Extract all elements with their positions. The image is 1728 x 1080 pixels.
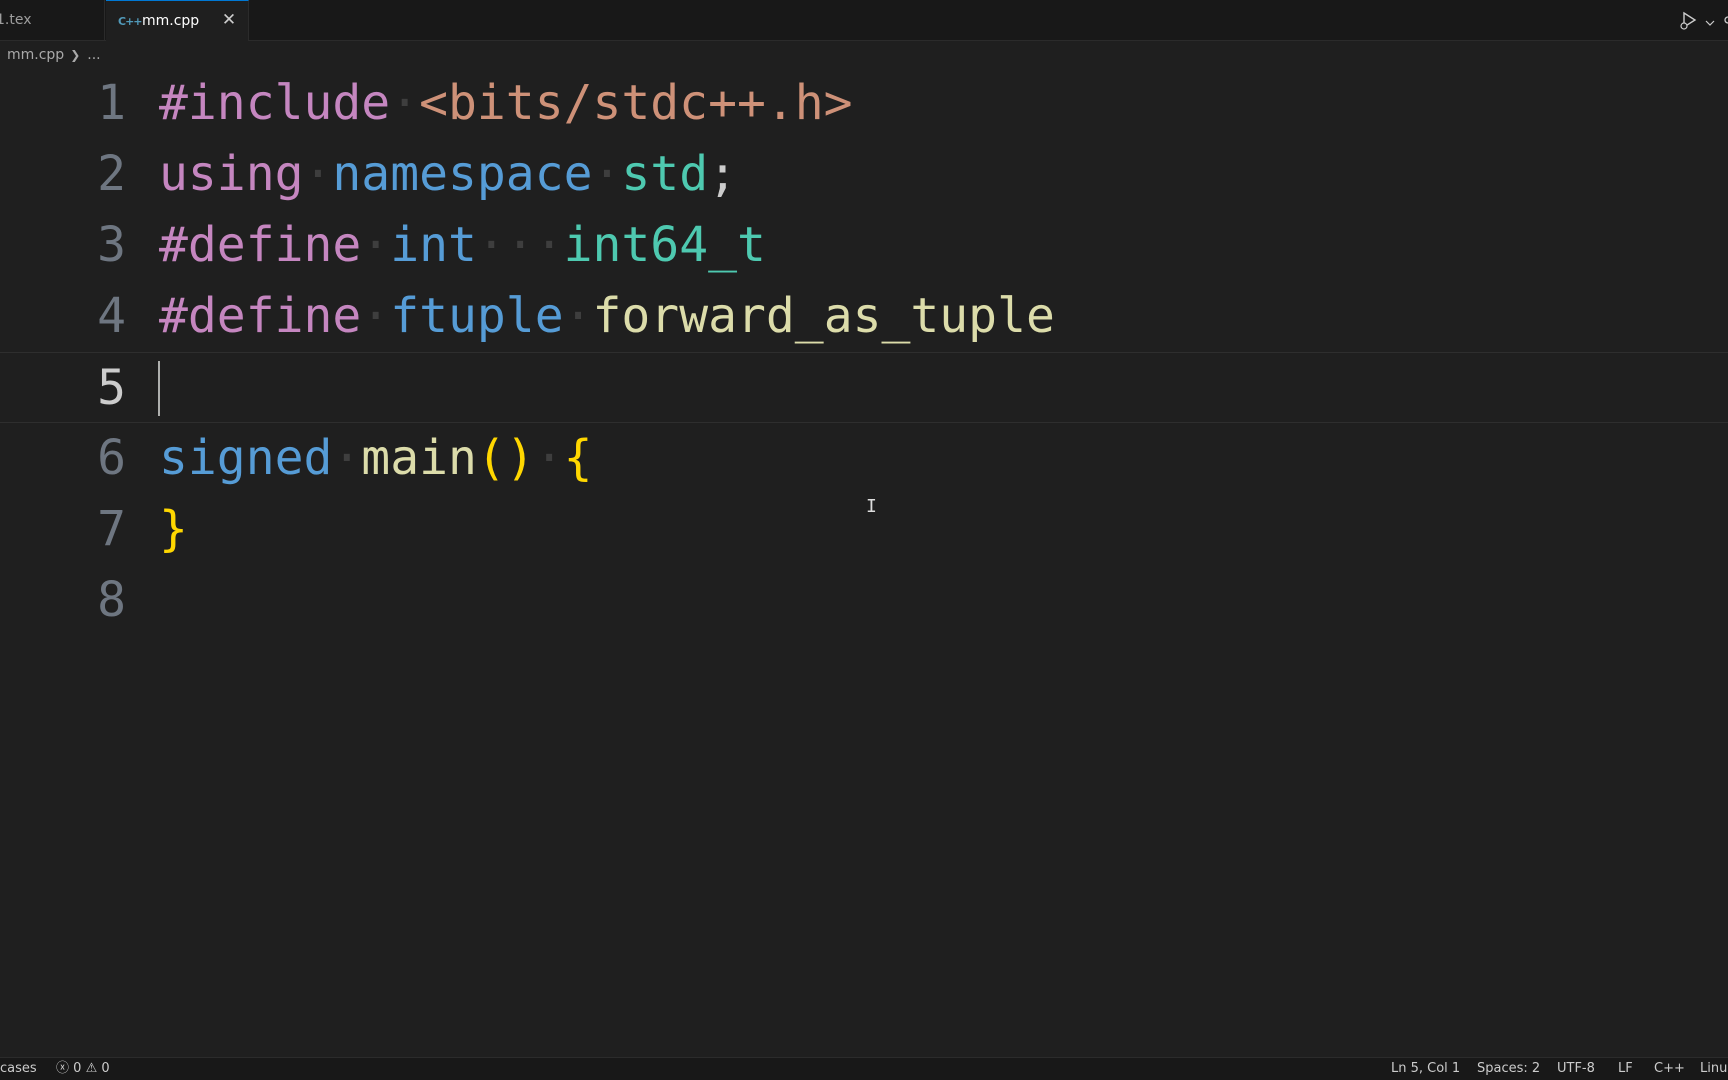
encoding[interactable]: UTF-8 bbox=[1557, 1058, 1595, 1080]
open-brace: { bbox=[563, 430, 593, 486]
code-editor[interactable]: 1 #include·<bits/stdc++.h> 2 using·names… bbox=[0, 68, 1728, 1058]
cpp-file-icon: C++ bbox=[118, 14, 143, 28]
line-number: 3 bbox=[97, 217, 126, 273]
line-number: 5 bbox=[97, 360, 126, 416]
gear-icon[interactable] bbox=[1720, 12, 1728, 28]
breadcrumb-file[interactable]: mm.cpp bbox=[7, 47, 64, 63]
semicolon: ; bbox=[708, 146, 738, 202]
cursor-position[interactable]: Ln 5, Col 1 bbox=[1391, 1058, 1460, 1080]
status-item-cases[interactable]: cases bbox=[0, 1058, 37, 1080]
code-line: 3 #define·int···int64_t bbox=[0, 210, 1728, 281]
include-header: <bits/stdc++.h> bbox=[419, 75, 853, 131]
indentation[interactable]: Spaces: 2 bbox=[1477, 1058, 1540, 1080]
warning-icon: ⚠ bbox=[85, 1061, 98, 1076]
code-line: 8 bbox=[0, 565, 1728, 636]
line-number: 7 bbox=[97, 501, 126, 557]
preprocessor-directive: #define bbox=[159, 217, 362, 273]
keyword-signed: signed bbox=[159, 430, 333, 486]
editor-window: 1.tex C++ mm.cpp ✕ mm.cpp ❯ ... 1 #inclu… bbox=[0, 0, 1728, 1080]
code-text: using·namespace·std; bbox=[159, 146, 738, 202]
error-count: 0 bbox=[73, 1061, 82, 1076]
function-main: main bbox=[361, 430, 477, 486]
chevron-down-icon[interactable] bbox=[1704, 14, 1716, 26]
breadcrumb-ellipsis[interactable]: ... bbox=[87, 47, 100, 63]
code-line: 7 } bbox=[0, 494, 1728, 565]
parentheses: () bbox=[476, 430, 535, 486]
code-text: #define·int···int64_t bbox=[159, 217, 766, 273]
code-text: #define·ftuple·forward_as_tuple bbox=[159, 288, 1055, 344]
chevron-right-icon: ❯ bbox=[70, 48, 81, 62]
close-brace: } bbox=[159, 501, 188, 557]
macro-value: forward_as_tuple bbox=[592, 288, 1055, 344]
code-text: #include·<bits/stdc++.h> bbox=[159, 75, 853, 131]
warning-count: 0 bbox=[101, 1061, 110, 1076]
line-number: 2 bbox=[97, 146, 126, 202]
keyword-namespace: namespace bbox=[332, 146, 593, 202]
macro-name: ftuple bbox=[390, 288, 564, 344]
code-line: 2 using·namespace·std; bbox=[0, 139, 1728, 210]
error-icon: ⓧ bbox=[56, 1061, 70, 1076]
tab-1-tex[interactable]: 1.tex bbox=[0, 0, 105, 40]
problems-indicator[interactable]: ⓧ 0 ⚠ 0 bbox=[56, 1058, 110, 1080]
namespace-std: std bbox=[621, 146, 709, 202]
tab-label: mm.cpp bbox=[142, 13, 200, 29]
run-actions bbox=[1678, 8, 1728, 32]
end-of-line[interactable]: LF bbox=[1618, 1058, 1633, 1080]
language-mode[interactable]: C++ bbox=[1654, 1058, 1685, 1080]
tab-label: 1.tex bbox=[0, 12, 32, 28]
macro-value: int64_t bbox=[563, 217, 766, 273]
line-number: 4 bbox=[97, 288, 126, 344]
line-number: 1 bbox=[97, 75, 126, 131]
platform[interactable]: Linu bbox=[1700, 1058, 1727, 1080]
code-text: } bbox=[159, 494, 188, 565]
tab-mm-cpp[interactable]: C++ mm.cpp ✕ bbox=[106, 0, 249, 41]
code-text: signed·main()·{ bbox=[159, 430, 593, 486]
ibeam-cursor-icon: I bbox=[866, 496, 877, 517]
macro-name: int bbox=[390, 217, 477, 273]
run-debug-icon[interactable] bbox=[1678, 9, 1700, 31]
code-line: 1 #include·<bits/stdc++.h> bbox=[0, 68, 1728, 139]
status-bar: cases ⓧ 0 ⚠ 0 Ln 5, Col 1 Spaces: 2 UTF-… bbox=[0, 1057, 1728, 1080]
tab-bar: 1.tex C++ mm.cpp ✕ bbox=[0, 0, 1728, 41]
code-line-current: 5 bbox=[0, 352, 1728, 423]
preprocessor-directive: #define bbox=[159, 288, 362, 344]
close-icon[interactable]: ✕ bbox=[220, 11, 238, 29]
keyword-using: using bbox=[159, 146, 304, 202]
text-cursor bbox=[158, 361, 160, 416]
code-line: 6 signed·main()·{ bbox=[0, 423, 1728, 494]
code-line: 4 #define·ftuple·forward_as_tuple bbox=[0, 281, 1728, 352]
line-number: 6 bbox=[97, 430, 126, 486]
breadcrumb: mm.cpp ❯ ... bbox=[0, 42, 101, 68]
line-number: 8 bbox=[97, 572, 126, 628]
preprocessor-directive: #include bbox=[159, 75, 391, 131]
